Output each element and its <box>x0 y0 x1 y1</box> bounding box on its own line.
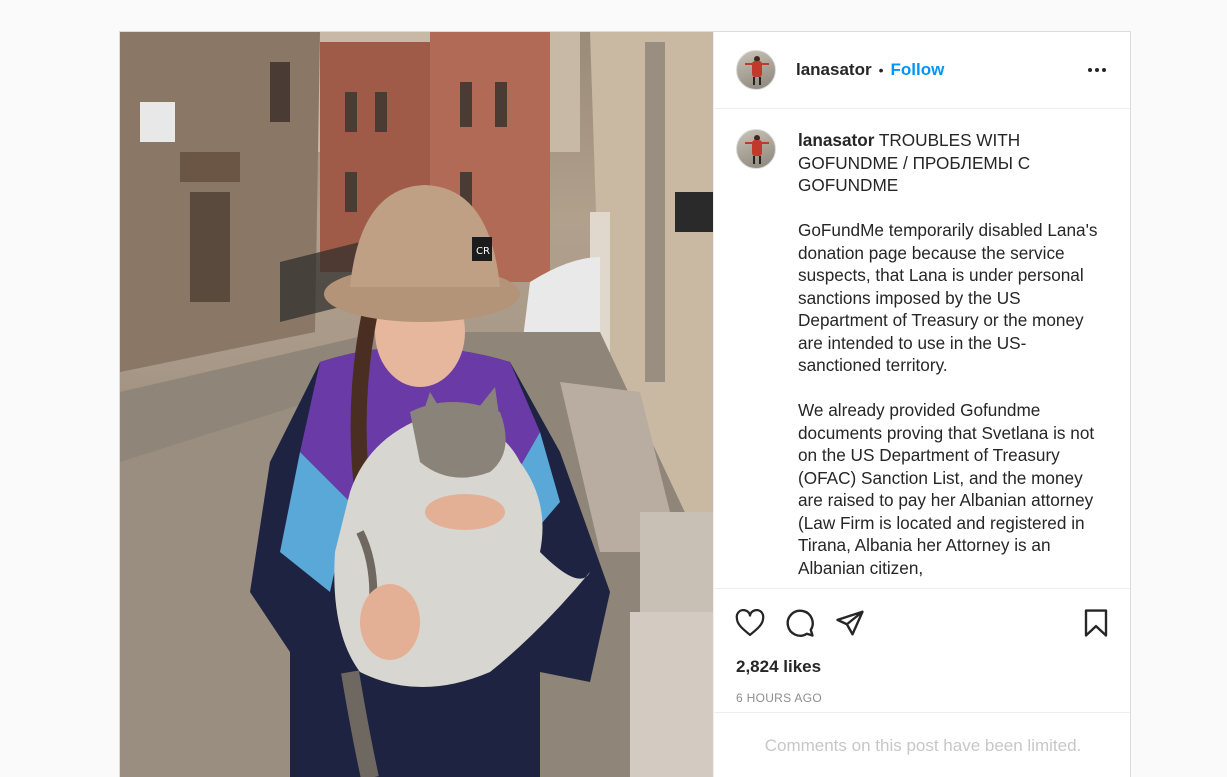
post-header: lanasator • Follow <box>714 32 1130 109</box>
comment-icon[interactable] <box>784 607 816 639</box>
follow-button[interactable]: Follow <box>891 60 945 80</box>
photo-illustration: CR <box>120 32 713 777</box>
separator-dot: • <box>878 62 884 78</box>
bookmark-icon[interactable] <box>1080 607 1112 639</box>
likes-count[interactable]: 2,824 likes <box>736 657 821 677</box>
caption-username[interactable]: lanasator <box>798 130 874 150</box>
caption-paragraph-1: GoFundMe temporarily disabled Lana's don… <box>798 220 1098 375</box>
caption-paragraph-2: We already provided Gofundme documents p… <box>798 400 1095 578</box>
action-bar <box>734 604 1112 642</box>
caption-text: lanasator TROUBLES WITH GOFUNDME / ПРОБЛ… <box>798 129 1098 588</box>
comments-limited-notice: Comments on this post have been limited. <box>714 712 1130 777</box>
post-sidebar: lanasator • Follow lanasator TROUBLES WI… <box>713 32 1130 777</box>
header-username[interactable]: lanasator <box>796 60 872 80</box>
post-card: CR lanasator • Follow lanasator TROUBLES… <box>119 31 1131 777</box>
post-photo[interactable]: CR <box>120 32 713 777</box>
more-options-icon[interactable] <box>1084 64 1110 76</box>
share-icon[interactable] <box>834 607 866 639</box>
avatar[interactable] <box>736 50 776 90</box>
hat-badge-text: CR <box>476 246 490 257</box>
caption-avatar[interactable] <box>736 129 776 169</box>
heart-icon[interactable] <box>734 607 766 639</box>
post-timestamp[interactable]: 6 HOURS AGO <box>736 691 822 705</box>
caption-section[interactable]: lanasator TROUBLES WITH GOFUNDME / ПРОБЛ… <box>714 109 1130 589</box>
